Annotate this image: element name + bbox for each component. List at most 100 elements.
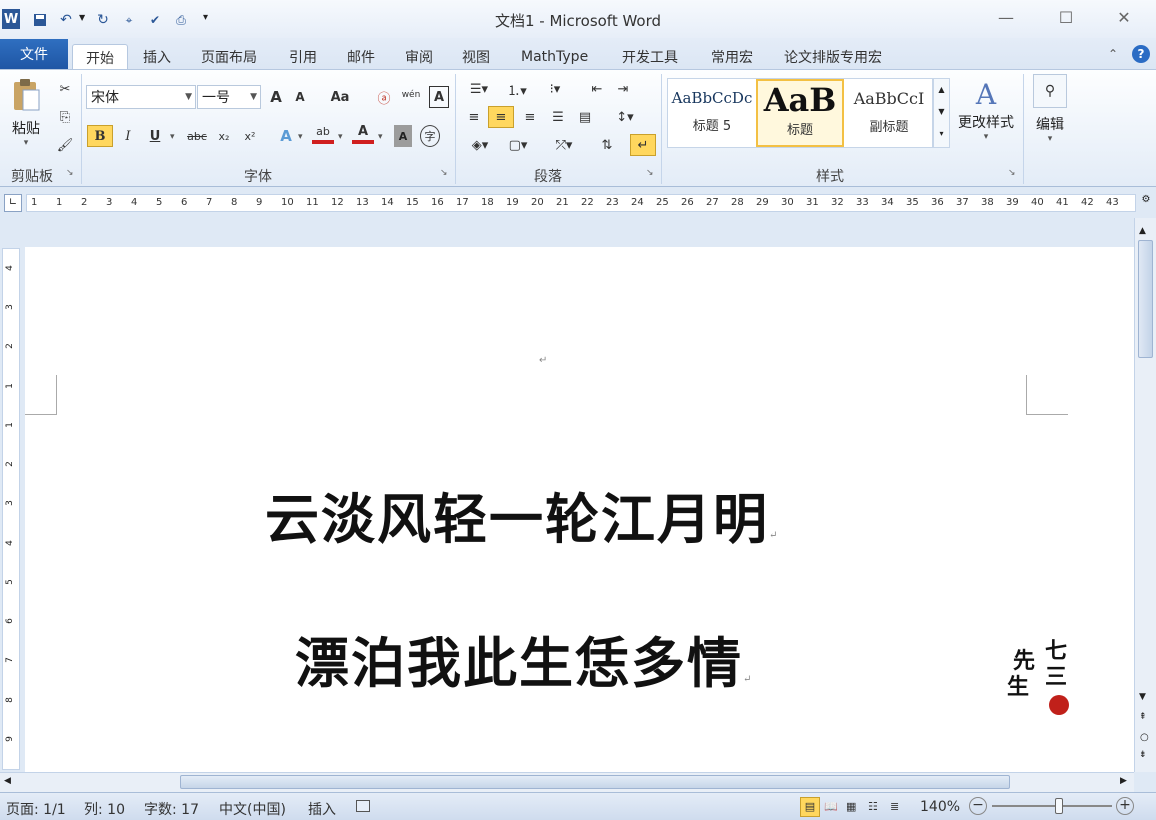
macro-record-icon[interactable] <box>356 800 370 812</box>
underline-button[interactable]: U <box>145 125 165 147</box>
tab-insert[interactable]: 插入 <box>135 44 179 70</box>
clipboard-launcher-icon[interactable]: ↘ <box>66 168 74 178</box>
web-layout-icon[interactable]: ▦ <box>846 800 856 813</box>
print-icon[interactable]: ⎙ <box>171 10 191 30</box>
hscroll-thumb[interactable] <box>180 775 1010 789</box>
scroll-right-icon[interactable]: ▶ <box>1120 776 1127 786</box>
styles-scroll[interactable]: ▲ ▼ ▾ <box>933 78 950 148</box>
tab-home[interactable]: 开始 <box>72 44 128 70</box>
help-icon[interactable]: ? <box>1132 45 1150 63</box>
status-insert-mode[interactable]: 插入 <box>308 799 336 819</box>
shrink-font-button[interactable]: A <box>290 86 310 108</box>
char-border-button[interactable]: A <box>429 86 449 108</box>
clear-format-button[interactable]: ⓐ <box>373 86 395 108</box>
edit-button[interactable]: ⚲ 编辑 ▾ <box>1030 74 1070 144</box>
undo-dropdown-icon[interactable]: ▼ <box>79 13 85 22</box>
close-button[interactable]: ✕ <box>1108 6 1140 28</box>
distributed-button[interactable]: ▤ <box>574 106 596 128</box>
highlight-button[interactable]: ab <box>312 122 334 144</box>
save-icon[interactable] <box>30 10 50 30</box>
draft-view-icon[interactable]: ≣ <box>890 800 899 813</box>
change-case-button[interactable]: Aa <box>326 86 354 108</box>
chevron-down-icon[interactable]: ▾ <box>338 132 343 142</box>
chevron-down-icon[interactable]: ▾ <box>298 132 303 142</box>
paste-button[interactable]: 粘贴 ▾ <box>6 78 46 158</box>
copy-icon[interactable]: ⎘ <box>56 106 74 128</box>
document-page[interactable]: ↵ 云淡风轻一轮江月明↵ 漂泊我此生恁多情↵ 七 三 先 生 <box>25 247 1134 772</box>
line-spacing-button[interactable]: ↕▾ <box>610 106 640 128</box>
font-color-button[interactable]: A <box>352 122 374 144</box>
ruler-scale[interactable]: 1 1 2 3 4 5 6 7 8 9 10 11 12 13 14 15 16 17 18 19 20 21 22 23 24… <box>26 194 1136 212</box>
styles-launcher-icon[interactable]: ↘ <box>1008 168 1016 178</box>
outline-view-icon[interactable]: ☷ <box>868 800 878 813</box>
subscript-button[interactable]: x₂ <box>214 125 234 147</box>
align-center-button[interactable]: ≡ <box>488 106 514 128</box>
tab-file[interactable]: 文件 <box>0 39 68 69</box>
status-column[interactable]: 列: 10 <box>84 799 125 819</box>
tab-page-layout[interactable]: 页面布局 <box>193 44 265 70</box>
zoom-slider[interactable] <box>992 798 1112 814</box>
print-layout-view-icon[interactable]: ▤ <box>800 797 820 817</box>
font-size-combo[interactable]: 一号 ▼ <box>197 85 261 109</box>
multilevel-list-button[interactable]: ⁝▾ <box>540 78 570 100</box>
paragraph-launcher-icon[interactable]: ↘ <box>646 168 654 178</box>
tab-developer[interactable]: 开发工具 <box>614 44 686 70</box>
view-ruler-icon[interactable]: ⚙ <box>1138 194 1154 212</box>
style-heading5[interactable]: AaBbCcDc 标题 5 <box>670 79 754 147</box>
status-word-count[interactable]: 字数: 17 <box>144 799 199 819</box>
bold-button[interactable]: B <box>87 125 113 147</box>
borders-button[interactable]: ▢▾ <box>502 134 534 156</box>
justify-button[interactable]: ☰ <box>546 106 570 128</box>
next-page-icon[interactable]: ⇟ <box>1139 750 1147 760</box>
status-language[interactable]: 中文(中国) <box>219 799 286 819</box>
word-app-icon[interactable]: W <box>2 9 20 29</box>
status-page[interactable]: 页面: 1/1 <box>6 799 66 819</box>
spell-icon[interactable]: ✔ <box>145 10 165 30</box>
scroll-down-icon[interactable]: ▼ <box>1139 692 1146 702</box>
browse-object-icon[interactable]: ○ <box>1140 732 1149 743</box>
customize-qat-icon[interactable]: ▾ <box>203 12 208 23</box>
sort-button[interactable]: ⇅ <box>596 134 618 156</box>
font-launcher-icon[interactable]: ↘ <box>440 168 448 178</box>
superscript-button[interactable]: x² <box>240 125 260 147</box>
decrease-indent-button[interactable]: ⇤ <box>586 78 608 100</box>
horizontal-scrollbar[interactable]: ◀ ▶ <box>0 772 1134 792</box>
align-left-button[interactable]: ≡ <box>462 106 486 128</box>
tab-thesis-macros[interactable]: 论文排版专用宏 <box>776 44 890 70</box>
text-effect-button[interactable]: A <box>276 125 296 147</box>
format-painter-icon[interactable]: 🖌 <box>56 134 74 156</box>
scroll-left-icon[interactable]: ◀ <box>4 776 11 786</box>
tab-mailings[interactable]: 邮件 <box>339 44 383 70</box>
tab-references[interactable]: 引用 <box>281 44 325 70</box>
tab-selector-icon[interactable]: ∟ <box>4 194 22 212</box>
tab-view[interactable]: 视图 <box>454 44 498 70</box>
poem-line-2[interactable]: 漂泊我此生恁多情↵ <box>295 619 753 698</box>
format-painter-icon[interactable]: ⌖ <box>119 10 139 30</box>
style-title[interactable]: AaB 标题 <box>756 79 844 147</box>
chinese-layout-button[interactable]: ⤱▾ <box>548 134 580 156</box>
cut-icon[interactable]: ✂ <box>56 78 74 100</box>
tab-review[interactable]: 审阅 <box>397 44 441 70</box>
shading-button[interactable]: ◈▾ <box>464 134 496 156</box>
zoom-level[interactable]: 140% <box>920 799 960 815</box>
enclose-char-button[interactable]: 字 <box>420 125 440 147</box>
align-right-button[interactable]: ≡ <box>518 106 542 128</box>
phonetic-guide-button[interactable]: wén <box>400 84 422 106</box>
minimize-button[interactable]: — <box>990 6 1022 28</box>
bullets-button[interactable]: ☰▾ <box>464 78 494 100</box>
underline-dropdown-icon[interactable]: ▾ <box>170 132 175 142</box>
vertical-scrollbar[interactable]: ▲ ▼ ⇞ ○ ⇟ <box>1134 218 1156 772</box>
zoom-slider-thumb[interactable] <box>1055 798 1064 814</box>
collapse-ribbon-icon[interactable]: ⌃ <box>1108 47 1118 61</box>
italic-button[interactable]: I <box>118 125 138 147</box>
poem-line-1[interactable]: 云淡风轻一轮江月明↵ <box>265 475 779 554</box>
tab-macros[interactable]: 常用宏 <box>703 44 761 70</box>
undo-icon[interactable]: ↶ <box>56 10 76 30</box>
style-subtitle[interactable]: AaBbCcI 副标题 <box>846 79 932 147</box>
scroll-up-icon[interactable]: ▲ <box>1139 226 1146 236</box>
font-name-combo[interactable]: 宋体 ▼ <box>86 85 196 109</box>
tab-mathtype[interactable]: MathType <box>513 44 596 70</box>
increase-indent-button[interactable]: ⇥ <box>612 78 634 100</box>
zoom-out-icon[interactable]: − <box>969 797 987 815</box>
chevron-down-icon[interactable]: ▾ <box>378 132 383 142</box>
